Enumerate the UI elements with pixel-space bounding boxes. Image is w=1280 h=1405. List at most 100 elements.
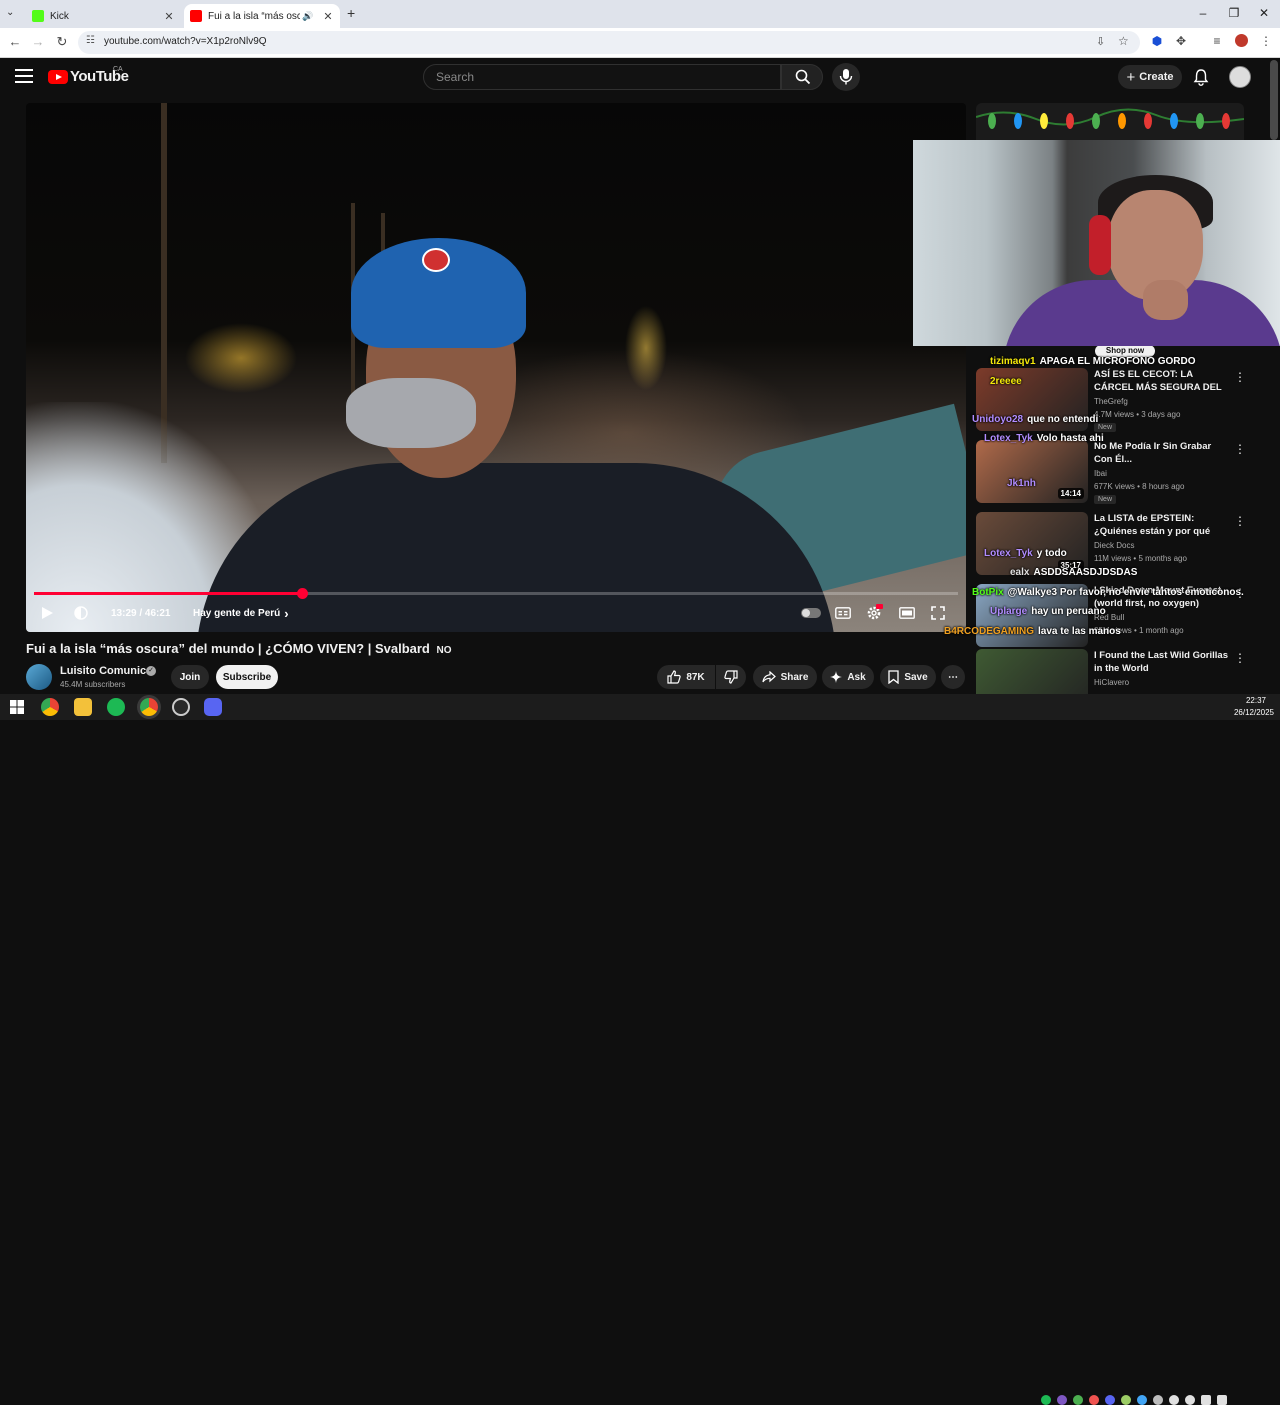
- profile-avatar-icon[interactable]: [1232, 34, 1250, 50]
- minimize-icon[interactable]: –: [1193, 6, 1213, 20]
- miniplayer-button[interactable]: [899, 603, 915, 623]
- subtitles-button[interactable]: [835, 603, 851, 623]
- chat-username[interactable]: Uplarge: [990, 606, 1027, 617]
- speaker-icon[interactable]: [1185, 1395, 1195, 1405]
- play-button[interactable]: [40, 603, 54, 623]
- extensions-puzzle-icon[interactable]: ✥: [1172, 34, 1190, 48]
- subscribe-button[interactable]: Subscribe: [216, 665, 278, 689]
- chat-username[interactable]: Jk1nh: [1007, 478, 1036, 489]
- more-actions-icon[interactable]: ⋯: [941, 665, 965, 689]
- file-explorer-icon[interactable]: [74, 698, 92, 716]
- chapter-button[interactable]: Hay gente de Perú ›: [193, 603, 289, 623]
- obs-icon[interactable]: [172, 698, 190, 716]
- video-player[interactable]: [26, 103, 966, 632]
- windows-start-icon[interactable]: [8, 698, 26, 716]
- autoplay-toggle[interactable]: [801, 608, 821, 618]
- search-button[interactable]: [781, 64, 823, 90]
- chat-username[interactable]: Lotex_Tyk: [984, 433, 1033, 444]
- share-button[interactable]: Share: [753, 665, 817, 689]
- new-tab-button[interactable]: +: [347, 5, 355, 21]
- like-button[interactable]: 87K: [657, 665, 715, 689]
- settings-button[interactable]: [866, 603, 883, 623]
- voice-search-button[interactable]: [832, 63, 860, 91]
- tray-icon[interactable]: [1153, 1395, 1163, 1405]
- address-bar[interactable]: ☷ youtube.com/watch?v=X1p2roNlv9Q ⇩ ☆: [78, 31, 1140, 54]
- forward-icon[interactable]: →: [29, 34, 47, 49]
- bookmark-star-icon[interactable]: ☆: [1118, 34, 1129, 48]
- close-window-icon[interactable]: ✕: [1254, 6, 1274, 20]
- video-thumbnail[interactable]: 14:14: [976, 440, 1088, 503]
- tray-icon[interactable]: [1057, 1395, 1067, 1405]
- site-info-icon[interactable]: ☷: [86, 35, 95, 46]
- chat-username[interactable]: BotPix: [972, 587, 1004, 598]
- tab-youtube[interactable]: Fui a la isla “más oscura” d 🔊 ✕: [184, 4, 340, 28]
- extension-shield-icon[interactable]: ⬢: [1148, 34, 1166, 48]
- recommendation-title[interactable]: ASÍ ES EL CECOT: LA CÁRCEL MÁS SEGURA DE…: [1094, 368, 1228, 394]
- chat-username[interactable]: tizimaqv1: [990, 356, 1036, 367]
- reload-icon[interactable]: ↻: [53, 34, 71, 50]
- chrome-taskbar-icon[interactable]: [41, 698, 59, 716]
- taskbar-clock-date[interactable]: 26/12/2025: [1230, 708, 1278, 717]
- tray-icon[interactable]: [1105, 1395, 1115, 1405]
- video-progress-bar[interactable]: [34, 588, 958, 599]
- chat-username[interactable]: Unidoyo28: [972, 414, 1023, 425]
- wifi-icon[interactable]: [1169, 1395, 1179, 1405]
- recommendation-title[interactable]: No Me Podía Ir Sin Grabar Con Él...: [1094, 440, 1228, 466]
- menu-icon[interactable]: [15, 69, 33, 83]
- tab-search-button[interactable]: ⌄: [6, 7, 14, 18]
- search-input[interactable]: [424, 65, 780, 89]
- chat-username[interactable]: 2reeee: [990, 376, 1022, 387]
- media-control-icon[interactable]: ≡: [1208, 34, 1226, 48]
- youtube-logo[interactable]: YouTube CA: [48, 66, 129, 85]
- more-options-icon[interactable]: ⋮: [1234, 442, 1246, 456]
- page-scrollbar[interactable]: [1270, 60, 1278, 140]
- tab-kick[interactable]: Kick ✕: [26, 4, 181, 28]
- recommendation-item[interactable]: 14:14 No Me Podía Ir Sin Grabar Con Él...…: [976, 440, 1246, 510]
- chrome-active-taskbar-icon[interactable]: [140, 698, 158, 716]
- spotify-icon[interactable]: [107, 698, 125, 716]
- recommendation-title[interactable]: I Found the Last Wild Gorillas in the Wo…: [1094, 649, 1228, 675]
- ask-button[interactable]: Ask: [822, 665, 874, 689]
- save-button[interactable]: Save: [880, 665, 936, 689]
- tray-icon[interactable]: [1073, 1395, 1083, 1405]
- close-tab-icon[interactable]: ✕: [161, 10, 177, 23]
- account-avatar[interactable]: [1229, 66, 1251, 88]
- close-tab-icon[interactable]: ✕: [320, 10, 336, 23]
- language-icon[interactable]: [1217, 1395, 1227, 1405]
- discord-icon[interactable]: [204, 698, 222, 716]
- fullscreen-button[interactable]: [931, 603, 945, 623]
- volume-button[interactable]: [73, 603, 89, 623]
- create-button[interactable]: + Create: [1118, 65, 1182, 89]
- install-app-icon[interactable]: ⇩: [1096, 35, 1105, 48]
- recommendation-channel[interactable]: TheGrefg: [1094, 397, 1128, 406]
- video-thumbnail[interactable]: 35:17: [976, 512, 1088, 575]
- recommendation-channel[interactable]: HiClavero: [1094, 678, 1129, 687]
- recommendation-channel[interactable]: Ibai: [1094, 469, 1107, 478]
- taskbar-clock-time[interactable]: 22:37: [1236, 696, 1276, 705]
- chat-username[interactable]: Lotex_Tyk: [984, 548, 1033, 559]
- tray-icon[interactable]: [1089, 1395, 1099, 1405]
- back-icon[interactable]: ←: [6, 34, 24, 49]
- tray-icon[interactable]: [1137, 1395, 1147, 1405]
- channel-avatar[interactable]: [26, 664, 52, 690]
- chrome-menu-icon[interactable]: ⋮: [1257, 34, 1275, 48]
- ad-banner[interactable]: [976, 103, 1244, 143]
- tray-icon[interactable]: [1121, 1395, 1131, 1405]
- more-options-icon[interactable]: ⋮: [1234, 514, 1246, 528]
- more-options-icon[interactable]: ⋮: [1234, 370, 1246, 384]
- chat-username[interactable]: B4RCODEGAMING: [944, 626, 1034, 637]
- notifications-bell-icon[interactable]: [1192, 68, 1210, 86]
- battery-icon[interactable]: [1201, 1395, 1211, 1405]
- chat-username[interactable]: ealx: [1010, 567, 1029, 578]
- tray-icon[interactable]: [1041, 1395, 1051, 1405]
- video-scrubber-handle[interactable]: [296, 588, 308, 599]
- light-bulb-icon: [1066, 113, 1074, 129]
- restore-icon[interactable]: ❐: [1224, 6, 1244, 20]
- recommendation-title[interactable]: La LISTA de EPSTEIN: ¿Quiénes están y po…: [1094, 512, 1228, 538]
- more-options-icon[interactable]: ⋮: [1234, 651, 1246, 665]
- recommendation-channel[interactable]: Dieck Docs: [1094, 541, 1134, 550]
- dislike-button[interactable]: [716, 665, 746, 689]
- join-button[interactable]: Join: [171, 665, 209, 689]
- channel-name[interactable]: Luisito Comunica: [60, 665, 152, 677]
- speaker-icon[interactable]: 🔊: [300, 11, 316, 22]
